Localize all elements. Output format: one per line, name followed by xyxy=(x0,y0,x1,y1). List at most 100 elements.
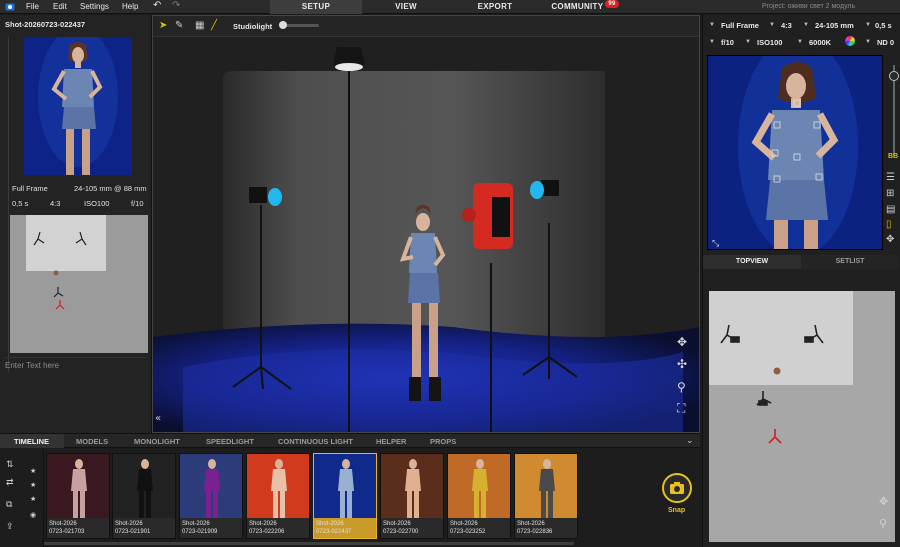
menu-help[interactable]: Help xyxy=(122,2,138,11)
sort-icon[interactable]: ⇅ xyxy=(6,459,14,470)
timeline-thumbnail[interactable]: Shot-2026 0723-021703 xyxy=(46,453,110,539)
tab-export[interactable]: EXPORT xyxy=(450,0,540,14)
sensor-dropdown-icon[interactable]: ▼ xyxy=(709,22,715,28)
menu-settings[interactable]: Settings xyxy=(80,2,109,11)
tab-timeline[interactable]: TIMELINE xyxy=(14,437,49,446)
rp-lens[interactable]: 24-105 mm xyxy=(815,21,854,30)
tab-models[interactable]: MODELS xyxy=(76,437,108,446)
rp-nd[interactable]: ND 0 xyxy=(877,38,894,47)
tab-community[interactable]: COMMUNITY 99 xyxy=(540,0,630,14)
star-icon[interactable]: ★ xyxy=(30,495,36,503)
timeline-thumbnail[interactable]: Shot-2026 0723-022437 xyxy=(313,453,377,539)
studiolight-label: Studiolight xyxy=(233,22,273,31)
thumbnail-image xyxy=(47,454,109,518)
undo-icon[interactable]: ↶ xyxy=(153,0,161,11)
rp-sensor[interactable]: Full Frame xyxy=(721,21,759,30)
tab-setup[interactable]: SETUP xyxy=(270,0,362,14)
select-tool-icon[interactable]: ➤ xyxy=(159,20,167,31)
tab-speedlight[interactable]: SPEEDLIGHT xyxy=(206,437,254,446)
thumbnail-caption: Shot-2026 0723-021703 xyxy=(49,520,84,536)
move-icon[interactable]: ✥ xyxy=(886,235,898,245)
snap-button[interactable] xyxy=(662,473,692,503)
grid-icon[interactable]: ▦ xyxy=(195,20,204,31)
aspect-dropdown-icon[interactable]: ▼ xyxy=(769,22,775,28)
live-camera-preview[interactable]: ⤡ xyxy=(707,55,883,250)
tab-monolight[interactable]: MONOLIGHT xyxy=(134,437,180,446)
thumbnail-image xyxy=(247,454,309,518)
iso-dropdown-icon[interactable]: ▼ xyxy=(745,39,751,45)
thumbnail-caption-line2: 0723-022437 xyxy=(316,529,352,535)
preview-model-figure-large: ⤡ xyxy=(708,56,882,249)
topview-map[interactable]: ✥ ⚲ xyxy=(709,291,895,542)
right-panel: ▼ Full Frame ▼ 4:3 ▼ 24-105 mm ▼ 0,5 s ▼… xyxy=(702,15,900,547)
topview-large-markers: ✥ ⚲ xyxy=(720,324,888,530)
portrait-frame-icon[interactable]: ▯ xyxy=(886,220,898,230)
aperture-dropdown-icon[interactable]: ▼ xyxy=(709,39,715,45)
left-divider xyxy=(8,37,9,372)
collapse-icon[interactable]: ⌄ xyxy=(686,435,694,446)
app-logo-icon xyxy=(5,3,15,11)
rp-iso[interactable]: ISO100 xyxy=(757,38,782,47)
orbit-icon[interactable]: ✥ xyxy=(677,335,687,349)
pen-tool-icon[interactable]: ✎ xyxy=(175,20,183,31)
thumbnail-image xyxy=(113,454,175,518)
studio-viewport[interactable]: ➤ ✎ ▦ ╱ Studiolight « ✥ ✣ ⚲ ⛶ xyxy=(152,15,700,433)
timeline-thumbnail[interactable]: Shot-2026 0723-022700 xyxy=(380,453,444,539)
star-icon[interactable]: ★ xyxy=(30,481,36,489)
rp-white-balance[interactable]: 6000K xyxy=(809,38,831,47)
studio-scene[interactable]: « ✥ ✣ ⚲ ⛶ xyxy=(153,37,699,432)
wb-dropdown-icon[interactable]: ▼ xyxy=(797,39,803,45)
thumbnail-caption-line2: 0723-023252 xyxy=(450,529,486,535)
note-input[interactable]: Enter Text here xyxy=(5,357,147,431)
timeline-thumbnail[interactable]: Shot-2026 0723-022206 xyxy=(246,453,310,539)
studiolight-slider[interactable] xyxy=(279,21,319,29)
viewport-toolbar: ➤ ✎ ▦ ╱ Studiolight xyxy=(153,16,699,37)
pan-icon[interactable]: ✣ xyxy=(677,357,687,371)
filmstrip-icon[interactable]: ▤ xyxy=(886,205,898,215)
fit-view-icon[interactable]: ⛶ xyxy=(677,401,685,416)
rp-aperture[interactable]: f/10 xyxy=(721,38,734,47)
bb-label[interactable]: BB xyxy=(888,153,898,160)
exposure-slider[interactable] xyxy=(889,65,899,155)
timeline-thumbnail[interactable]: Shot-2026 0723-021901 xyxy=(112,453,176,539)
nd-dropdown-icon[interactable]: ▼ xyxy=(865,39,871,45)
menu-file[interactable]: File xyxy=(26,2,39,11)
thumbnail-image xyxy=(180,454,242,518)
redo-icon[interactable]: ↷ xyxy=(172,0,180,11)
tab-setlist[interactable]: SETLIST xyxy=(801,255,899,269)
batch-icon[interactable]: ⧉ xyxy=(6,499,12,510)
tab-topview[interactable]: TOPVIEW xyxy=(703,255,801,269)
tab-view[interactable]: VIEW xyxy=(362,0,450,14)
menu-edit[interactable]: Edit xyxy=(53,2,67,11)
mini-topview[interactable] xyxy=(10,215,148,353)
split-view-icon[interactable]: ⊞ xyxy=(886,189,898,199)
lens-dropdown-icon[interactable]: ▼ xyxy=(803,22,809,28)
tab-export-label: EXPORT xyxy=(477,2,513,11)
thumbnail-caption-line2: 0723-022700 xyxy=(383,529,419,535)
timeline-thumbnail[interactable]: Shot-2026 0723-023252 xyxy=(447,453,511,539)
timeline-thumbnail[interactable]: Shot-2026 0723-021909 xyxy=(179,453,243,539)
color-picker-icon[interactable] xyxy=(845,36,855,46)
bottom-tabs: TIMELINE MODELS MONOLIGHT SPEEDLIGHT CON… xyxy=(0,433,700,448)
svg-text:✥: ✥ xyxy=(879,495,888,508)
exposure-slider-knob[interactable] xyxy=(889,71,899,81)
eye-icon[interactable]: ◉ xyxy=(30,511,36,519)
zoom-icon[interactable]: ⚲ xyxy=(677,380,686,394)
rp-shutter[interactable]: 0,5 s xyxy=(875,21,892,30)
adjust-sliders-icon[interactable]: ☰ xyxy=(886,173,898,183)
star-icon[interactable]: ★ xyxy=(30,467,36,475)
timeline-scrollbar[interactable] xyxy=(44,542,574,545)
thumbnail-caption-line1: Shot-2026 xyxy=(316,521,344,527)
tab-helper[interactable]: HELPER xyxy=(376,437,406,446)
studiolight-slider-knob[interactable] xyxy=(279,21,287,29)
compare-icon[interactable]: ⇄ xyxy=(6,477,14,488)
thumbnail-caption-line2: 0723-021909 xyxy=(182,529,218,535)
line-tool-icon[interactable]: ╱ xyxy=(211,20,217,31)
timeline-thumbnail[interactable]: Shot-2026 0723-022836 xyxy=(514,453,578,539)
rp-aspect[interactable]: 4:3 xyxy=(781,21,792,30)
shutter-dropdown-icon[interactable]: ▼ xyxy=(865,22,871,28)
thumbnail-caption: Shot-2026 0723-021909 xyxy=(182,520,217,536)
tab-props[interactable]: PROPS xyxy=(430,437,456,446)
export-icon[interactable]: ⇪ xyxy=(6,521,14,532)
tab-continuous-light[interactable]: CONTINUOUS LIGHT xyxy=(278,437,353,446)
